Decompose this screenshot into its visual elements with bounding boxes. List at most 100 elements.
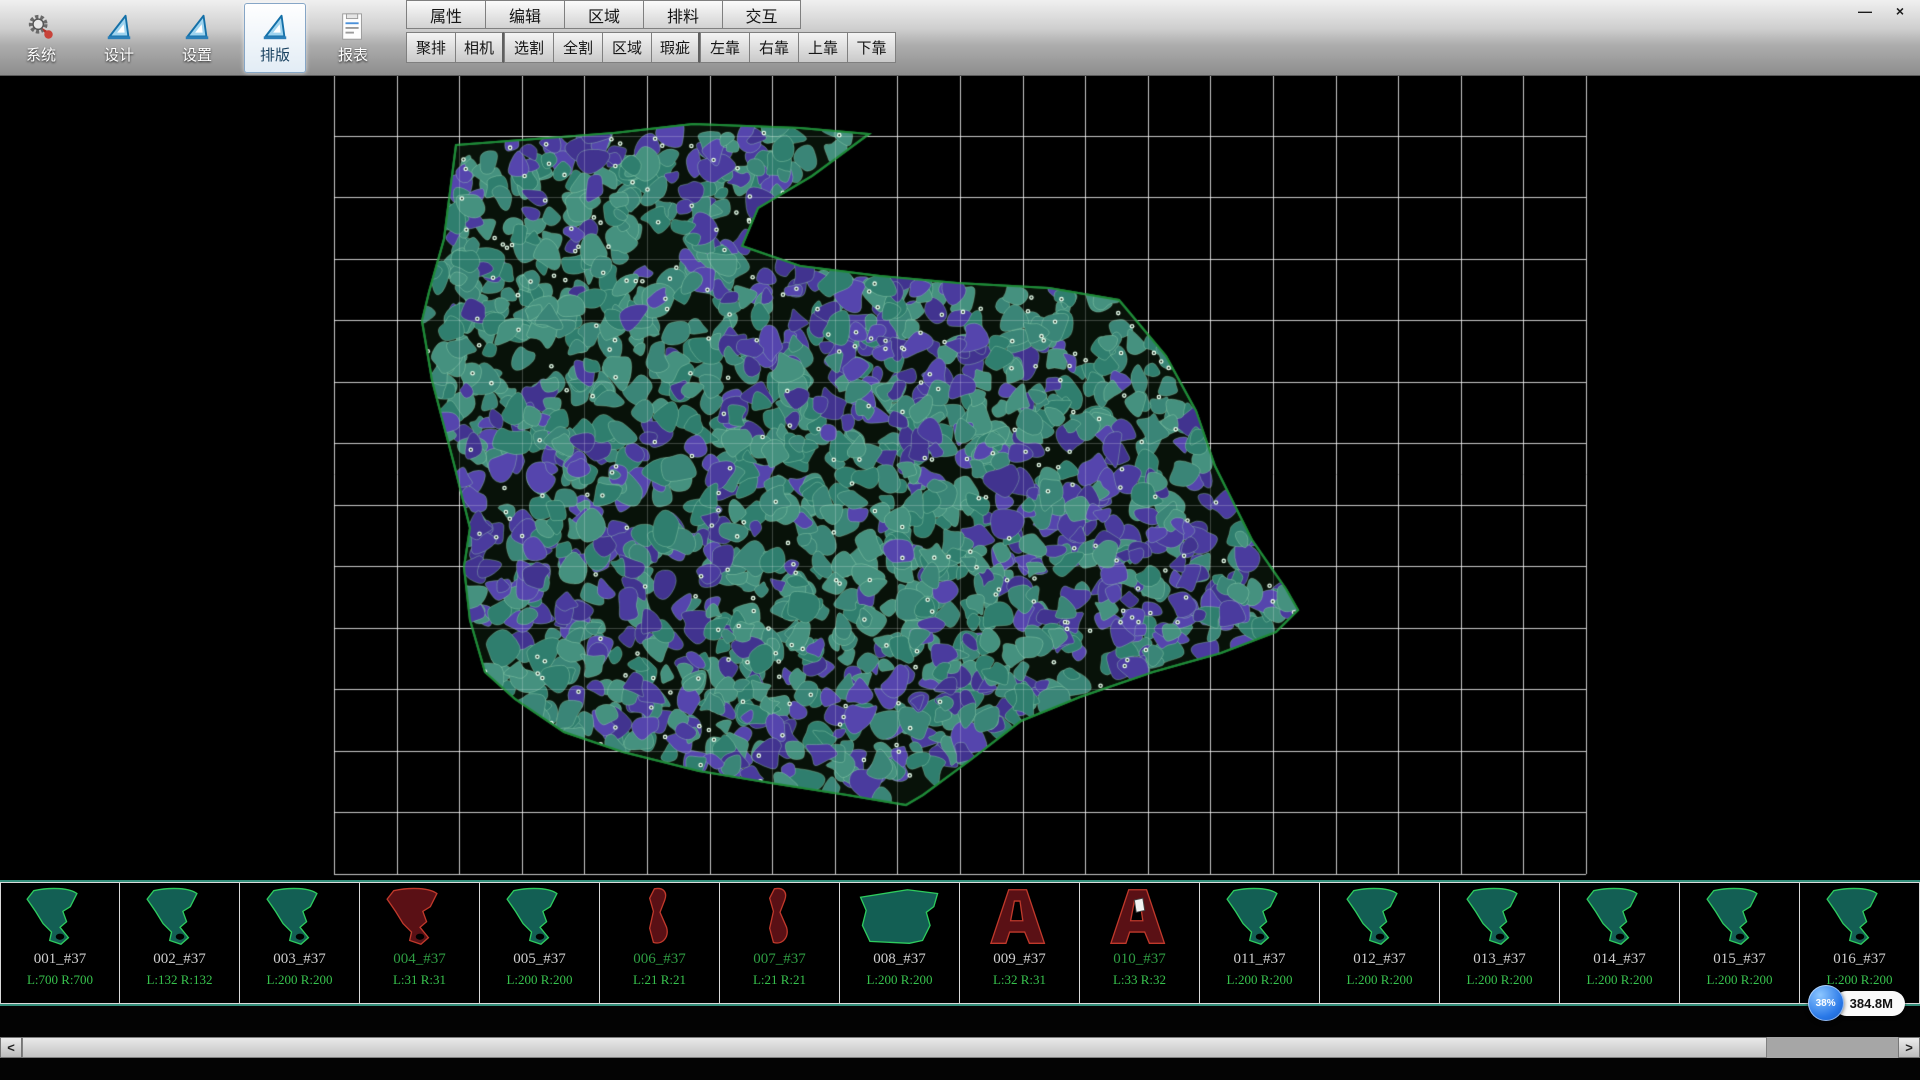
tool-button-8[interactable]: 右靠 bbox=[749, 32, 798, 63]
tool-button-5[interactable]: 区域 bbox=[602, 32, 651, 63]
piece-thumb-011_#37[interactable]: 011_#37 L:200 R:200 bbox=[1200, 882, 1320, 1004]
scrollbar-thumb[interactable] bbox=[22, 1037, 1767, 1058]
bottom-padding bbox=[0, 1058, 1920, 1080]
progress-value: 38% bbox=[1816, 998, 1836, 1009]
piece-name: 001_#37 bbox=[34, 949, 87, 969]
menu-tab-4[interactable]: 排料 bbox=[643, 0, 722, 29]
piece-lr-count: L:132 R:132 bbox=[146, 972, 212, 988]
piece-name: 009_#37 bbox=[993, 949, 1046, 969]
ruler-icon bbox=[260, 12, 290, 42]
strip-gap bbox=[0, 1006, 1920, 1037]
piece-name: 016_#37 bbox=[1833, 949, 1886, 969]
menu-tab-1[interactable]: 属性 bbox=[406, 0, 485, 29]
piece-name: 008_#37 bbox=[873, 949, 926, 969]
pieces-strip: 001_#37 L:700 R:700 002_#37 L:132 R:132 003_… bbox=[0, 880, 1920, 1006]
main-button-5[interactable]: 报表 bbox=[322, 3, 384, 73]
horizontal-scrollbar[interactable]: < > bbox=[0, 1037, 1920, 1058]
status-indicator: 38% 384.8M bbox=[1808, 985, 1905, 1021]
piece-thumb-007_#37[interactable]: 007_#37 L:21 R:21 bbox=[720, 882, 840, 1004]
piece-shape bbox=[10, 885, 110, 949]
tool-button-row: 聚排相机选割全割区域瑕疵左靠右靠上靠下靠 bbox=[406, 32, 896, 63]
minimize-button[interactable]: — bbox=[1850, 2, 1880, 21]
piece-shape bbox=[1330, 885, 1430, 949]
main-button-label: 设置 bbox=[182, 44, 212, 65]
ruler-icon bbox=[182, 12, 212, 42]
app-window: 系统设计设置排版报表 属性编辑区域排料交互 聚排相机选割全割区域瑕疵左靠右靠上靠… bbox=[0, 0, 1920, 1080]
piece-lr-count: L:200 R:200 bbox=[1226, 972, 1292, 988]
piece-lr-count: L:21 R:21 bbox=[633, 972, 686, 988]
piece-shape bbox=[1690, 885, 1790, 949]
piece-thumb-012_#37[interactable]: 012_#37 L:200 R:200 bbox=[1320, 882, 1440, 1004]
tool-button-9[interactable]: 上靠 bbox=[798, 32, 847, 63]
piece-lr-count: L:32 R:31 bbox=[993, 972, 1046, 988]
piece-shape bbox=[970, 885, 1070, 949]
piece-name: 004_#37 bbox=[393, 949, 446, 969]
menu-tab-row: 属性编辑区域排料交互 bbox=[406, 0, 896, 29]
main-toolbar: 系统设计 设置 排版 报表 bbox=[0, 0, 392, 75]
piece-name: 015_#37 bbox=[1713, 949, 1766, 969]
menu-area: 属性编辑区域排料交互 聚排相机选割全割区域瑕疵左靠右靠上靠下靠 bbox=[406, 0, 896, 75]
piece-name: 006_#37 bbox=[633, 949, 686, 969]
piece-thumb-010_#37[interactable]: 010_#37L:33 R:32 bbox=[1080, 882, 1200, 1004]
window-controls: — × bbox=[1850, 2, 1915, 21]
piece-shape bbox=[1450, 885, 1550, 949]
piece-shape bbox=[130, 885, 230, 949]
tool-button-3[interactable]: 选割 bbox=[504, 32, 553, 63]
close-button[interactable]: × bbox=[1885, 2, 1915, 21]
piece-thumb-002_#37[interactable]: 002_#37 L:132 R:132 bbox=[120, 882, 240, 1004]
piece-thumb-001_#37[interactable]: 001_#37 L:700 R:700 bbox=[0, 882, 120, 1004]
piece-thumb-015_#37[interactable]: 015_#37 L:200 R:200 bbox=[1680, 882, 1800, 1004]
nesting-workspace[interactable] bbox=[0, 76, 1920, 880]
piece-thumb-009_#37[interactable]: 009_#37 L:32 R:31 bbox=[960, 882, 1080, 1004]
piece-name: 007_#37 bbox=[753, 949, 806, 969]
piece-shape bbox=[1210, 885, 1310, 949]
piece-name: 012_#37 bbox=[1353, 949, 1406, 969]
piece-lr-count: L:700 R:700 bbox=[27, 972, 93, 988]
piece-name: 003_#37 bbox=[273, 949, 326, 969]
scrollbar-track[interactable] bbox=[22, 1037, 1898, 1058]
main-button-3[interactable]: 设置 bbox=[166, 3, 228, 73]
piece-lr-count: L:200 R:200 bbox=[1706, 972, 1772, 988]
menu-tab-5[interactable]: 交互 bbox=[722, 0, 801, 29]
piece-thumb-013_#37[interactable]: 013_#37L:200 R:200 bbox=[1440, 882, 1560, 1004]
piece-thumb-004_#37[interactable]: 004_#37 L:31 R:31 bbox=[360, 882, 480, 1004]
main-button-label: 设计 bbox=[104, 44, 134, 65]
main-button-4[interactable]: 排版 bbox=[244, 3, 306, 73]
tool-button-6[interactable]: 瑕疵 bbox=[651, 32, 700, 63]
piece-name: 002_#37 bbox=[153, 949, 206, 969]
tool-button-7[interactable]: 左靠 bbox=[700, 32, 749, 63]
nesting-canvas[interactable] bbox=[0, 76, 1920, 880]
piece-shape bbox=[370, 885, 470, 949]
report-icon bbox=[338, 12, 368, 42]
piece-shape bbox=[1570, 885, 1670, 949]
menu-tab-2[interactable]: 编辑 bbox=[485, 0, 564, 29]
piece-thumb-005_#37[interactable]: 005_#37L:200 R:200 bbox=[480, 882, 600, 1004]
tool-button-2[interactable]: 相机 bbox=[455, 32, 504, 63]
scroll-left-arrow[interactable]: < bbox=[0, 1037, 22, 1058]
piece-lr-count: L:21 R:21 bbox=[753, 972, 806, 988]
main-button-2[interactable]: 设计 bbox=[88, 3, 150, 73]
piece-thumb-003_#37[interactable]: 003_#37L:200 R:200 bbox=[240, 882, 360, 1004]
piece-shape bbox=[250, 885, 350, 949]
tool-button-4[interactable]: 全割 bbox=[553, 32, 602, 63]
ribbon-toolbar: 系统设计设置排版报表 属性编辑区域排料交互 聚排相机选割全割区域瑕疵左靠右靠上靠… bbox=[0, 0, 1920, 76]
main-button-label: 排版 bbox=[260, 44, 290, 65]
piece-shape bbox=[490, 885, 590, 949]
piece-shape bbox=[850, 885, 950, 949]
piece-lr-count: L:200 R:200 bbox=[1346, 972, 1412, 988]
piece-name: 014_#37 bbox=[1593, 949, 1646, 969]
tool-button-1[interactable]: 聚排 bbox=[406, 32, 455, 63]
piece-shape bbox=[730, 885, 830, 949]
piece-shape bbox=[1090, 885, 1190, 949]
scroll-right-arrow[interactable]: > bbox=[1898, 1037, 1920, 1058]
piece-name: 011_#37 bbox=[1234, 949, 1286, 969]
ruler-icon bbox=[104, 12, 134, 42]
tool-button-10[interactable]: 下靠 bbox=[847, 32, 896, 63]
menu-tab-3[interactable]: 区域 bbox=[564, 0, 643, 29]
piece-lr-count: L:200 R:200 bbox=[1466, 972, 1532, 988]
piece-thumb-006_#37[interactable]: 006_#37 L:21 R:21 bbox=[600, 882, 720, 1004]
piece-thumb-008_#37[interactable]: 008_#37L:200 R:200 bbox=[840, 882, 960, 1004]
main-button-1[interactable]: 系统 bbox=[10, 3, 72, 73]
piece-lr-count: L:31 R:31 bbox=[393, 972, 446, 988]
piece-thumb-014_#37[interactable]: 014_#37L:200 R:200 bbox=[1560, 882, 1680, 1004]
